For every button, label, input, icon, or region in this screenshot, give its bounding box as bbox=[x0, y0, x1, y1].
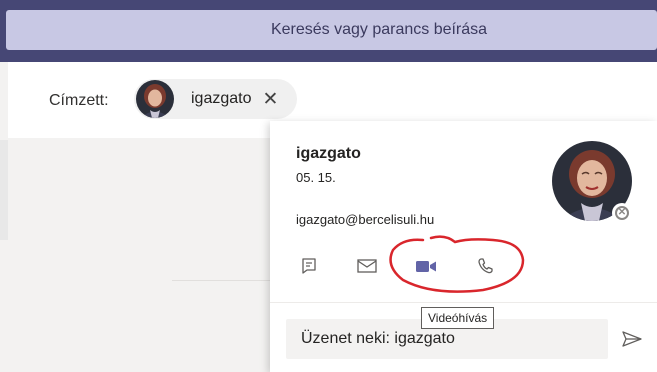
app-header: Keresés vagy parancs beírása bbox=[0, 0, 657, 62]
email-button[interactable] bbox=[354, 253, 380, 279]
recipient-chip[interactable]: igazgato ✕ bbox=[134, 79, 297, 119]
red-circle-annotation bbox=[389, 235, 525, 293]
search-placeholder: Keresés vagy parancs beírása bbox=[270, 21, 488, 38]
send-icon bbox=[622, 331, 642, 347]
video-call-tooltip: Videóhívás bbox=[421, 307, 495, 329]
avatar bbox=[136, 80, 174, 118]
profile-name: igazgato bbox=[296, 145, 361, 162]
close-icon[interactable]: ✕ bbox=[263, 90, 279, 109]
presence-badge: ✕ bbox=[612, 203, 632, 223]
divider bbox=[172, 280, 272, 281]
send-button[interactable] bbox=[620, 327, 644, 351]
chat-button[interactable] bbox=[296, 253, 322, 279]
to-label: Címzett: bbox=[49, 92, 109, 109]
search-box[interactable]: Keresés vagy parancs beírása bbox=[6, 10, 657, 50]
message-placeholder: Üzenet neki: igazgato bbox=[301, 330, 455, 347]
offline-icon: ✕ bbox=[615, 206, 629, 220]
conversation-area bbox=[8, 140, 270, 372]
mail-icon bbox=[357, 259, 377, 273]
profile-email[interactable]: igazgato@bercelisuli.hu bbox=[296, 212, 434, 227]
profile-date: 05. 15. bbox=[296, 170, 336, 185]
divider bbox=[270, 302, 657, 303]
chat-icon bbox=[302, 258, 316, 274]
recipient-name: igazgato bbox=[191, 90, 252, 107]
